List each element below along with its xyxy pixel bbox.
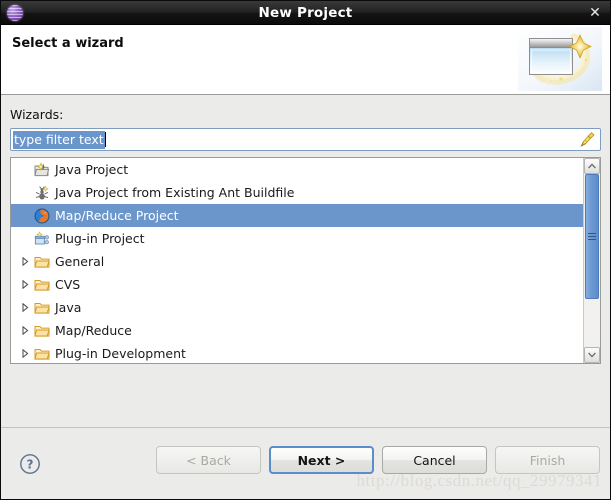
tree-row-label: CVS: [55, 276, 81, 292]
expand-triangle-icon[interactable]: [17, 326, 33, 335]
filter-input-value[interactable]: type filter text: [13, 130, 105, 149]
scrollbar-grip: [588, 231, 596, 242]
dialog-buttons: < Back Next > Cancel Finish: [156, 446, 600, 474]
dialog-footer: ? < Back Next > Cancel Finish http://blog.c…: [1, 427, 610, 499]
folder-icon: [33, 254, 51, 270]
expand-triangle-icon[interactable]: [17, 257, 33, 266]
window-title: New Project: [258, 4, 353, 21]
svg-text:J: J: [41, 164, 44, 170]
plugin-project-icon: [33, 230, 51, 247]
watermark-text: http://blog.csdn.net/qq_29979341: [356, 471, 602, 490]
expand-triangle-icon[interactable]: [17, 280, 33, 289]
cancel-button[interactable]: Cancel: [382, 446, 487, 474]
eclipse-globe-icon: [7, 4, 23, 21]
ant-buildfile-icon: [33, 185, 51, 201]
folder-icon: [33, 300, 51, 316]
tree-row[interactable]: J Java Project: [11, 158, 583, 181]
scrollbar-thumb[interactable]: [585, 174, 599, 299]
java-project-icon: J: [33, 161, 51, 178]
svg-text:?: ?: [27, 457, 34, 471]
tree-row-label: Map/Reduce: [55, 322, 132, 338]
finish-button: Finish: [495, 446, 600, 474]
page-title: Select a wizard: [12, 36, 124, 51]
chevron-up-icon[interactable]: [584, 158, 600, 174]
dialog-body: Wizards: type filter text J Java Project J…: [1, 95, 610, 427]
tree-row[interactable]: Map/Reduce Project: [11, 204, 583, 227]
tree-row-label: Java Project: [55, 161, 129, 177]
back-button: < Back: [156, 446, 261, 474]
tree-scrollbar[interactable]: [583, 158, 600, 363]
tree-row[interactable]: Java: [11, 296, 583, 319]
tree-row[interactable]: Map/Reduce: [11, 319, 583, 342]
chevron-down-icon[interactable]: [584, 347, 600, 363]
wizards-label: Wizards:: [10, 107, 64, 122]
wizard-tree-rows[interactable]: J Java Project Java Project from Existing …: [11, 158, 583, 363]
expand-triangle-icon[interactable]: [17, 303, 33, 312]
wizard-tree[interactable]: J Java Project Java Project from Existing …: [10, 157, 601, 364]
tree-row-label: Plug-in Project: [55, 230, 145, 246]
map-reduce-icon: [33, 208, 51, 224]
tree-row[interactable]: CVS: [11, 273, 583, 296]
close-icon[interactable]: ✕: [587, 5, 603, 21]
next-button[interactable]: Next >: [269, 446, 374, 474]
expand-triangle-icon[interactable]: [17, 349, 33, 358]
broom-icon[interactable]: [579, 131, 596, 148]
tree-row-label: Plug-in Development: [55, 345, 186, 361]
scrollbar-track[interactable]: [584, 174, 600, 347]
tree-row[interactable]: Plug-in Development: [11, 342, 583, 363]
tree-row[interactable]: Java Project from Existing Ant Buildfile: [11, 181, 583, 204]
tree-row-label: General: [55, 253, 105, 269]
folder-icon: [33, 323, 51, 339]
wizard-header: Select a wizard: [1, 25, 610, 95]
new-project-dialog: New Project ✕ Select a wizard Wizards: t…: [0, 0, 611, 500]
tree-row-label: Java Project from Existing Ant Buildfile: [55, 184, 295, 200]
folder-icon: [33, 346, 51, 362]
tree-row[interactable]: General: [11, 250, 583, 273]
tree-row-label: Map/Reduce Project: [55, 207, 179, 223]
text-caret: [104, 132, 106, 147]
wizard-banner-icon: [518, 27, 602, 91]
folder-icon: [33, 277, 51, 293]
tree-row-label: Java: [55, 299, 82, 315]
help-question-icon[interactable]: ?: [19, 453, 41, 475]
title-bar[interactable]: New Project ✕: [1, 1, 610, 25]
tree-row[interactable]: Plug-in Project: [11, 227, 583, 250]
filter-input[interactable]: type filter text: [10, 128, 601, 151]
